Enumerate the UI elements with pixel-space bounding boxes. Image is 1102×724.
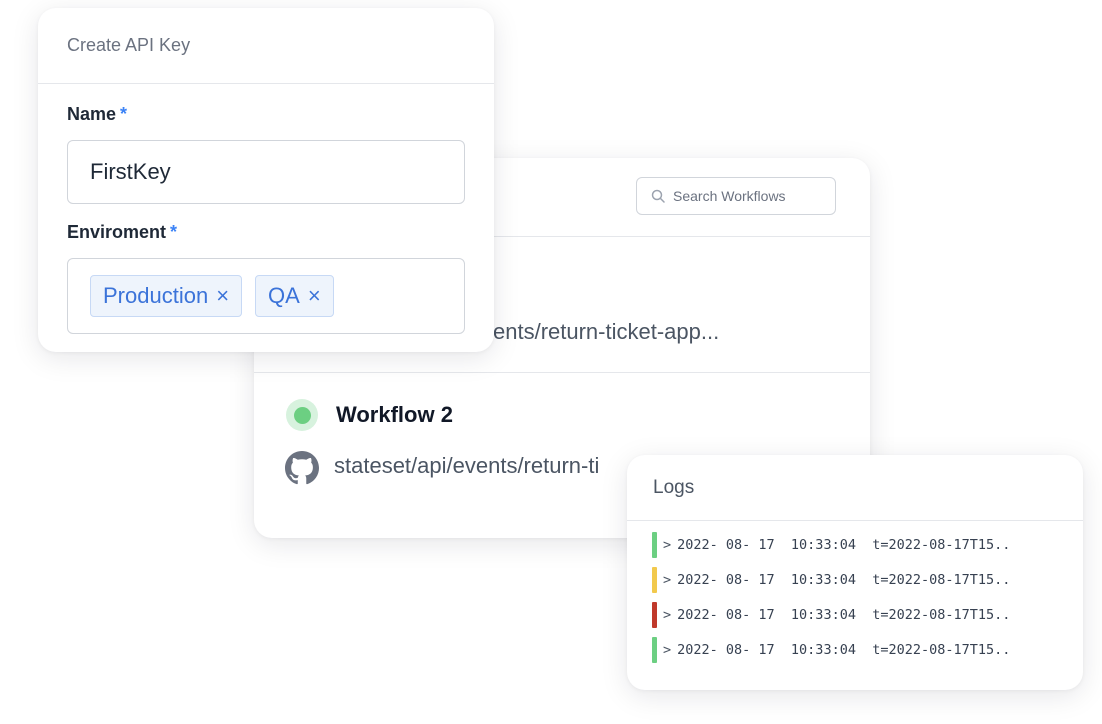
github-icon	[285, 451, 319, 485]
log-text: 2022- 08- 17 10:33:04 t=2022-08-17T15..	[677, 607, 1011, 623]
name-input-value: FirstKey	[90, 159, 171, 184]
log-text: 2022- 08- 17 10:33:04 t=2022-08-17T15..	[677, 642, 1011, 658]
chevron-right-icon[interactable]: >	[663, 607, 671, 623]
name-label: Name *	[67, 104, 127, 125]
logs-title: Logs	[653, 476, 695, 498]
search-workflows-input[interactable]: Search Workflows	[636, 177, 836, 215]
create-api-key-modal: Create API Key Name * FirstKey Enviroment…	[38, 8, 494, 352]
modal-title: Create API Key	[67, 35, 191, 55]
status-indicator	[286, 399, 318, 431]
close-icon[interactable]: ×	[308, 285, 321, 307]
workflow-1-path: ents/return-ticket-app...	[493, 319, 720, 344]
log-level-indicator	[652, 532, 657, 558]
required-mark: *	[120, 104, 128, 124]
logs-header: Logs	[627, 455, 1083, 521]
chevron-right-icon[interactable]: >	[663, 537, 671, 553]
log-level-indicator	[652, 567, 657, 593]
workflow-2-path: stateset/api/events/return-ti	[334, 453, 600, 478]
tag-label: Production	[103, 283, 209, 308]
environment-tag-qa: QA ×	[255, 275, 334, 317]
search-icon	[651, 189, 665, 203]
environment-label-text: Enviroment	[67, 222, 167, 242]
environment-tag-production: Production ×	[90, 275, 243, 317]
workflow-2-title: Workflow 2	[336, 402, 453, 427]
logs-panel: Logs >2022- 08- 17 10:33:04 t=2022-08-17…	[627, 455, 1083, 690]
search-placeholder: Search Workflows	[673, 188, 786, 204]
log-level-indicator	[652, 637, 657, 663]
tag-label: QA	[268, 283, 300, 308]
log-row[interactable]: >2022- 08- 17 10:33:04 t=2022-08-17T15..	[652, 602, 1010, 628]
log-level-indicator	[652, 602, 657, 628]
close-icon[interactable]: ×	[216, 285, 229, 307]
chevron-right-icon[interactable]: >	[663, 642, 671, 658]
required-mark: *	[170, 222, 178, 242]
name-label-text: Name	[67, 104, 117, 124]
name-input[interactable]: FirstKey	[67, 140, 465, 204]
environment-multiselect[interactable]: Production × QA ×	[67, 258, 465, 334]
chevron-right-icon[interactable]: >	[663, 572, 671, 588]
log-row[interactable]: >2022- 08- 17 10:33:04 t=2022-08-17T15..	[652, 532, 1010, 558]
log-row[interactable]: >2022- 08- 17 10:33:04 t=2022-08-17T15..	[652, 637, 1010, 663]
log-text: 2022- 08- 17 10:33:04 t=2022-08-17T15..	[677, 572, 1011, 588]
log-text: 2022- 08- 17 10:33:04 t=2022-08-17T15..	[677, 537, 1011, 553]
log-row[interactable]: >2022- 08- 17 10:33:04 t=2022-08-17T15..	[652, 567, 1010, 593]
modal-header: Create API Key	[38, 8, 494, 84]
environment-label: Enviroment *	[67, 222, 177, 243]
status-dot	[293, 406, 311, 424]
